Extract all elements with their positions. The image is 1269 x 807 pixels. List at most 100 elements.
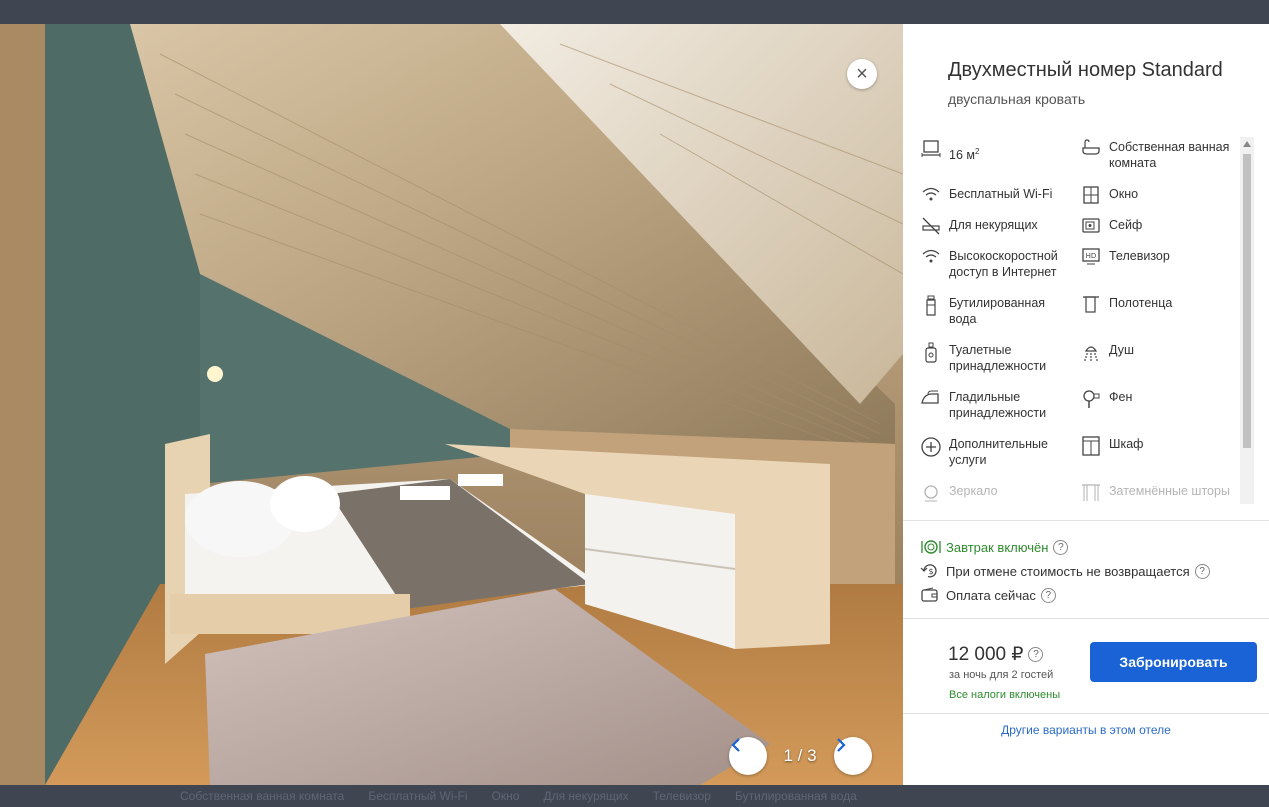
divider <box>903 520 1269 521</box>
window-icon <box>1079 186 1103 208</box>
amenity-label: Собственная ванная комната <box>1109 140 1230 170</box>
amenity-label: Полотенца <box>1109 296 1173 310</box>
room-details-panel: Двухместный номер Standard двуспальная к… <box>903 24 1269 785</box>
room-photo-image <box>0 24 903 785</box>
amenity-wardrobe: Шкаф <box>1079 436 1239 458</box>
background-page-header <box>0 0 1269 24</box>
divider <box>903 713 1269 714</box>
amenity-high-speed-internet: Высокоскоростной доступ в Интернет <box>919 248 1069 280</box>
amenity-label-sup: 2 <box>974 147 980 156</box>
price-value: 12 000 ₽ <box>948 644 1024 665</box>
cancellation-help-icon[interactable]: ? <box>1194 563 1210 579</box>
tv-icon: HD <box>1079 248 1103 270</box>
wifi-icon <box>919 186 943 208</box>
amenity-label: Душ <box>1109 343 1135 357</box>
amenity-label: Фен <box>1109 390 1133 404</box>
payment-condition: Оплата сейчас ? <box>920 586 1056 604</box>
amenity-label: Дополнительные услуги <box>949 437 1048 467</box>
chevron-left-icon <box>731 738 740 752</box>
scrollbar-thumb[interactable] <box>1243 154 1251 448</box>
amenity-label: Телевизор <box>1109 249 1170 263</box>
amenity-label: Окно <box>1109 187 1139 201</box>
price-help-icon[interactable]: ? <box>1028 647 1044 662</box>
room-bed-type: двуспальная кровать <box>948 91 1086 107</box>
amenity-towels: Полотенца <box>1079 295 1239 317</box>
amenity-non-smoking: Для некурящих <box>919 217 1069 239</box>
cancellation-label: При отмене стоимость не возвращается <box>946 563 1190 579</box>
room-photo: × 1 / 3 <box>0 24 903 785</box>
svg-text:$: $ <box>928 567 933 576</box>
amenity-tv: HD Телевизор <box>1079 248 1239 270</box>
close-modal-button[interactable]: × <box>847 59 877 89</box>
divider <box>903 618 1269 619</box>
svg-text:HD: HD <box>1086 252 1097 260</box>
room-title: Двухместный номер Standard <box>948 59 1223 81</box>
wifi-icon <box>919 248 943 270</box>
payment-label: Оплата сейчас <box>946 587 1036 603</box>
gallery-next-button[interactable] <box>834 737 872 775</box>
curtains-icon <box>1079 483 1103 502</box>
amenity-hairdryer: Фен <box>1079 389 1239 411</box>
amenity-bottled-water: Бутилированная вода <box>919 295 1069 327</box>
iron-icon <box>919 389 943 411</box>
towel-icon <box>1079 295 1103 317</box>
cancellation-condition: $ При отмене стоимость не возвращается ? <box>920 562 1210 580</box>
background-amenity-item: Собственная ванная комната <box>180 789 345 803</box>
breakfast-label: Завтрак включён <box>946 539 1049 555</box>
amenity-window: Окно <box>1079 186 1239 208</box>
price-per-night-note: за ночь для 2 гостей <box>949 669 1054 681</box>
breakfast-help-icon[interactable]: ? <box>1053 539 1069 555</box>
amenity-area: 16 м2 <box>919 139 1069 163</box>
amenity-toiletries: Туалетные принадлежности <box>919 342 1069 374</box>
book-button[interactable]: Забронировать <box>1090 642 1257 682</box>
background-amenity-item: Для некурящих <box>543 789 629 803</box>
amenity-label: Бесплатный Wi-Fi <box>949 187 1053 201</box>
hairdryer-icon <box>1079 389 1103 411</box>
amenity-label: Для некурящих <box>949 218 1038 232</box>
taxes-included-note: Все налоги включены <box>949 689 1061 701</box>
amenity-label: Бутилированная вода <box>949 296 1046 326</box>
amenities-list: 16 м2 Собственная ванная комната Бесплат… <box>919 134 1255 502</box>
amenity-free-wifi: Бесплатный Wi-Fi <box>919 186 1069 208</box>
amenity-shower: Душ <box>1079 342 1239 364</box>
water-bottle-icon <box>919 295 943 317</box>
amenity-label: Затемнённые шторы <box>1109 484 1230 498</box>
toiletries-icon <box>919 342 943 364</box>
wardrobe-icon <box>1079 436 1103 458</box>
room-price: 12 000 ₽ ? <box>948 643 1044 666</box>
refund-icon: $ <box>920 562 942 580</box>
shower-icon <box>1079 342 1103 364</box>
amenity-label: Туалетные принадлежности <box>949 343 1047 373</box>
safe-icon <box>1079 217 1103 239</box>
bathtub-icon <box>1079 139 1103 161</box>
mirror-icon <box>919 483 943 502</box>
background-amenity-item: Бесплатный Wi-Fi <box>368 789 468 803</box>
amenity-label: Сейф <box>1109 218 1143 232</box>
amenities-scrollbar[interactable] <box>1240 137 1254 504</box>
no-smoking-icon <box>919 217 943 239</box>
amenity-bathroom: Собственная ванная комната <box>1079 139 1239 171</box>
amenity-label: Зеркало <box>949 484 998 498</box>
amenity-mirror: Зеркало <box>919 483 1069 502</box>
amenity-blackout-curtains: Затемнённые шторы <box>1079 483 1249 502</box>
background-amenity-strip: Собственная ванная комната Бесплатный Wi… <box>0 785 1269 807</box>
plus-circle-icon <box>919 436 943 458</box>
other-options-link[interactable]: Другие варианты в этом отеле <box>903 723 1269 737</box>
breakfast-condition: Завтрак включён ? <box>920 538 1069 556</box>
gallery-prev-button[interactable] <box>729 737 767 775</box>
amenity-label: Высокоскоростной доступ в Интернет <box>949 249 1058 279</box>
amenity-label: 16 м <box>949 148 975 163</box>
scroll-up-arrow-icon[interactable] <box>1243 141 1251 147</box>
amenity-label: Гладильные принадлежности <box>949 390 1047 420</box>
wallet-icon <box>920 586 942 604</box>
background-amenity-item: Окно <box>491 789 520 803</box>
background-amenity-item: Телевизор <box>652 789 711 803</box>
amenity-label: Шкаф <box>1109 437 1144 451</box>
breakfast-icon <box>920 538 942 556</box>
background-amenity-item: Бутилированная вода <box>734 789 857 803</box>
amenity-safe: Сейф <box>1079 217 1239 239</box>
amenity-extra-services: Дополнительные услуги <box>919 436 1069 468</box>
area-icon <box>919 139 943 161</box>
payment-help-icon[interactable]: ? <box>1040 587 1056 603</box>
gallery-counter: 1 / 3 <box>783 746 817 765</box>
